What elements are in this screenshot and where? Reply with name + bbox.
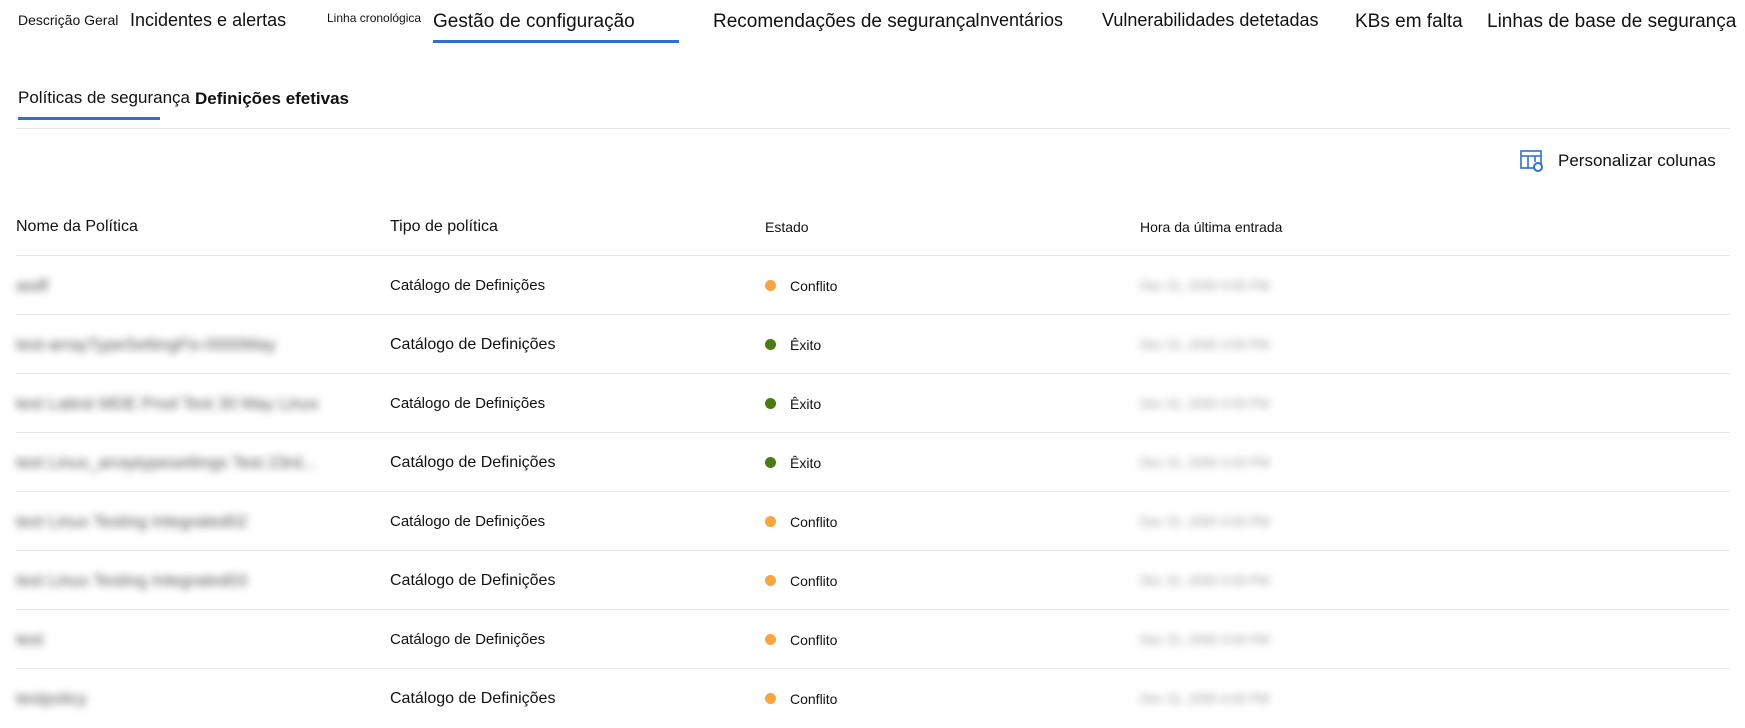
table-row[interactable]: testpolicy Catálogo de Definições Confli… [16, 668, 1730, 728]
status-label: Êxito [790, 395, 822, 412]
last-checkin-time: Dec 31, 2000 4:00 PM [1140, 573, 1270, 588]
tab-overview[interactable]: Descrição Geral [18, 12, 118, 28]
policy-type: Catálogo de Definições [390, 631, 546, 648]
tab-timeline[interactable]: Linha cronológica [327, 11, 421, 25]
tab-security-baselines[interactable]: Linhas de base de segurança [1487, 11, 1736, 33]
column-header-policy-name[interactable]: Nome da Política [16, 218, 138, 236]
table-row[interactable]: asdf Catálogo de Definições Conflito Dec… [16, 255, 1730, 315]
status-dot-icon [765, 575, 776, 586]
status-label: Conflito [790, 631, 838, 648]
policy-name[interactable]: asdf [16, 256, 48, 315]
tab-security-recommendations[interactable]: Recomendações de segurança [713, 11, 976, 33]
table-settings-icon [1520, 150, 1543, 172]
status-label: Conflito [790, 690, 838, 707]
last-checkin-time: Dec 31, 2000 4:00 PM [1140, 632, 1270, 647]
tab-configuration-management[interactable]: Gestão de configuração [433, 11, 635, 33]
last-checkin-time: Dec 31, 2000 4:00 PM [1140, 691, 1270, 706]
column-header-policy-type[interactable]: Tipo de política [390, 218, 498, 236]
last-checkin-time: Dec 31, 2000 4:00 PM [1140, 396, 1270, 411]
policy-type: Catálogo de Definições [390, 335, 556, 353]
status-label: Conflito [790, 277, 838, 294]
table-row[interactable]: test Linux_arraytypesettings Test 23rd..… [16, 432, 1730, 492]
status-dot-icon [765, 280, 776, 291]
status-label: Conflito [790, 572, 838, 589]
active-subtab-indicator [18, 117, 160, 120]
last-checkin-time: Dec 31, 2000 4:00 PM [1140, 455, 1270, 470]
status: Conflito [765, 551, 837, 610]
last-checkin-time: Dec 31, 2000 4:00 PM [1140, 278, 1270, 293]
tab-inventories[interactable]: Inventários [975, 10, 1063, 31]
policy-type: Catálogo de Definições [390, 277, 546, 294]
status-dot-icon [765, 339, 776, 350]
policy-type: Catálogo de Definições [390, 395, 546, 412]
tab-missing-kbs[interactable]: KBs em falta [1355, 11, 1463, 33]
divider [16, 128, 1730, 129]
customize-columns-button[interactable]: Personalizar colunas [1520, 150, 1716, 172]
status: Êxito [765, 315, 821, 374]
status: Conflito [765, 610, 837, 669]
status-dot-icon [765, 516, 776, 527]
status-label: Êxito [790, 454, 822, 471]
active-tab-indicator [433, 40, 679, 43]
subtab-security-policies[interactable]: Políticas de segurança [18, 88, 190, 108]
status-label: Conflito [790, 513, 838, 530]
policy-type: Catálogo de Definições [390, 453, 556, 471]
policy-type: Catálogo de Definições [390, 571, 556, 589]
status: Êxito [765, 433, 821, 492]
policy-name[interactable]: testpolicy [16, 669, 87, 728]
status-label: Êxito [790, 336, 822, 353]
customize-columns-label: Personalizar colunas [1558, 151, 1716, 170]
last-checkin-time: Dec 31, 2000 4:00 PM [1140, 337, 1270, 352]
policy-name[interactable]: test Linux_arraytypesettings Test 23rd..… [16, 433, 316, 492]
policy-name[interactable]: test [16, 610, 43, 669]
status-dot-icon [765, 693, 776, 704]
policy-name[interactable]: test Latest MDE Prod Test 30 May Linux [16, 374, 319, 433]
column-header-status[interactable]: Estado [765, 219, 809, 235]
table-row[interactable]: test Catálogo de Definições Conflito Dec… [16, 609, 1730, 669]
tab-incidents-alerts[interactable]: Incidentes e alertas [130, 10, 286, 31]
status: Conflito [765, 492, 837, 551]
policy-name[interactable]: test-arrayTypeSettingFix-0000May [16, 315, 276, 374]
column-header-last-checkin[interactable]: Hora da última entrada [1140, 219, 1282, 235]
policy-type: Catálogo de Definições [390, 689, 556, 707]
status: Conflito [765, 256, 837, 315]
table-row[interactable]: test-arrayTypeSettingFix-0000May Catálog… [16, 314, 1730, 374]
status-dot-icon [765, 634, 776, 645]
status-dot-icon [765, 398, 776, 409]
table-row[interactable]: test Linux Testing Integrated02 Catálogo… [16, 491, 1730, 551]
status: Conflito [765, 669, 837, 728]
last-checkin-time: Dec 31, 2000 4:00 PM [1140, 514, 1270, 529]
table-row[interactable]: test Latest MDE Prod Test 30 May Linux C… [16, 373, 1730, 433]
policy-name[interactable]: test Linux Testing Integrated03 [16, 551, 247, 610]
table-row[interactable]: test Linux Testing Integrated03 Catálogo… [16, 550, 1730, 610]
subtab-effective-settings[interactable]: Definições efetivas [195, 89, 349, 109]
policy-type: Catálogo de Definições [390, 513, 546, 530]
policy-name[interactable]: test Linux Testing Integrated02 [16, 492, 247, 551]
status-dot-icon [765, 457, 776, 468]
tab-discovered-vulnerabilities[interactable]: Vulnerabilidades detetadas [1102, 10, 1319, 31]
status: Êxito [765, 374, 821, 433]
